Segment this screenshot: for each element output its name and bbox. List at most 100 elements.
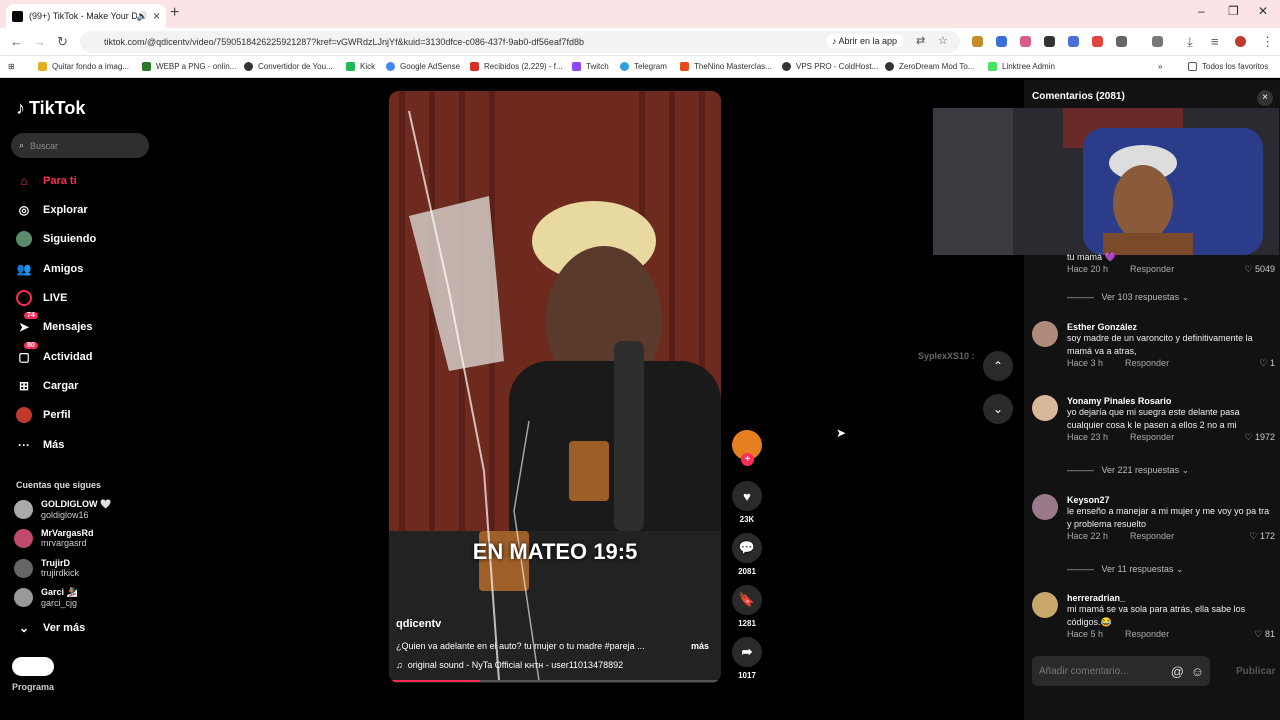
- close-comments-icon[interactable]: ×: [1257, 90, 1273, 106]
- reply-button[interactable]: Responder: [1130, 531, 1174, 541]
- sidebar-item-explorar[interactable]: ◎ Explorar: [16, 202, 88, 218]
- video-player[interactable]: EN MATEO 19:5 qdicentv ¿Quien va adelant…: [389, 91, 721, 683]
- comment-like[interactable]: ♡ 172: [1249, 531, 1275, 542]
- save-button[interactable]: 🔖 1281: [731, 585, 763, 628]
- extension-icon[interactable]: [1092, 36, 1103, 47]
- sidepanel-icon[interactable]: [1152, 36, 1163, 47]
- back-icon[interactable]: ←: [10, 34, 23, 49]
- followed-account[interactable]: MrVargasRd mrvargasrd: [14, 528, 94, 548]
- sidebar-item-live[interactable]: LIVE: [16, 290, 67, 306]
- comment-like[interactable]: ♡ 81: [1254, 629, 1275, 640]
- progress-track[interactable]: [392, 680, 718, 682]
- extension-icon[interactable]: [1044, 36, 1055, 47]
- sidebar-item-mensajes[interactable]: ➤ 74 Mensajes: [16, 312, 93, 335]
- open-in-app-button[interactable]: ♪ Abrir en la app: [826, 34, 904, 48]
- minimize-icon[interactable]: –: [1198, 4, 1205, 18]
- extensions-puzzle-icon[interactable]: [1116, 36, 1127, 47]
- sidebar-item-label: Perfil: [43, 409, 71, 421]
- bookmark-item[interactable]: Telegram: [620, 62, 667, 71]
- bookmark-item[interactable]: ZeroDream Mod To...: [885, 62, 974, 71]
- bookmark-item[interactable]: VPS PRO - ColdHost...: [782, 62, 878, 71]
- extension-icon[interactable]: [996, 36, 1007, 47]
- sidebar-item-mas[interactable]: ··· Más: [16, 437, 64, 453]
- extension-icon[interactable]: [1068, 36, 1079, 47]
- reply-button[interactable]: Responder: [1130, 264, 1174, 274]
- view-replies-button[interactable]: ——— Ver 11 respuestas ⌄: [1067, 564, 1183, 575]
- previous-video-button[interactable]: ⌃: [983, 351, 1013, 381]
- tiktok-favicon-icon: [12, 10, 23, 22]
- comment-like[interactable]: ♡ 5049: [1244, 264, 1275, 275]
- forward-icon[interactable]: →: [33, 34, 46, 49]
- follow-plus-icon[interactable]: +: [741, 453, 754, 466]
- profile-avatar-icon[interactable]: [1235, 36, 1246, 47]
- more-link[interactable]: más: [691, 641, 709, 651]
- reload-icon[interactable]: ↻: [57, 34, 68, 50]
- sidebar-item-perfil[interactable]: Perfil: [16, 407, 71, 423]
- avatar[interactable]: [1032, 395, 1058, 421]
- tiktok-logo[interactable]: ♪ TikTok: [16, 98, 85, 119]
- avatar[interactable]: [1032, 321, 1058, 347]
- bookmark-star-icon[interactable]: ☆: [938, 34, 948, 47]
- sidebar-item-siguiendo[interactable]: Siguiendo: [16, 231, 96, 247]
- next-video-button[interactable]: ⌄: [983, 394, 1013, 424]
- comment-like[interactable]: ♡ 1: [1259, 358, 1275, 369]
- browser-tab[interactable]: (99+) TikTok - Make Your Day 🔊 ×: [6, 4, 166, 28]
- avatar[interactable]: [1032, 592, 1058, 618]
- reply-button[interactable]: Responder: [1130, 432, 1174, 442]
- bookmark-item[interactable]: Convertidor de You...: [244, 62, 333, 71]
- author-avatar-button[interactable]: +: [731, 430, 763, 466]
- comment-button[interactable]: 💬 2081: [731, 533, 763, 576]
- comment-input[interactable]: Añadir comentario... @ ☺: [1032, 656, 1210, 686]
- extension-icon[interactable]: [972, 36, 983, 47]
- bookmarks-overflow-icon[interactable]: »: [1158, 62, 1162, 71]
- video-author[interactable]: qdicentv: [396, 618, 441, 630]
- media-icon[interactable]: ≡: [1211, 34, 1219, 49]
- speaker-icon[interactable]: 🔊: [137, 11, 148, 22]
- bookmark-item[interactable]: Google AdSense: [386, 62, 460, 71]
- share-button[interactable]: ➦ 1017: [731, 637, 763, 680]
- download-icon[interactable]: ⤓: [1187, 34, 1193, 50]
- sidebar-item-cargar[interactable]: ⊞ Cargar: [16, 378, 79, 394]
- program-toggle[interactable]: [12, 657, 54, 676]
- search-input[interactable]: ⌕ Buscar: [11, 133, 149, 158]
- bookmark-item[interactable]: Linktree Admin: [988, 62, 1055, 71]
- view-replies-button[interactable]: ——— Ver 221 respuestas ⌄: [1067, 465, 1189, 476]
- apps-grid-icon[interactable]: ⊞: [8, 62, 15, 71]
- new-tab-button[interactable]: +: [170, 4, 179, 22]
- sidebar-item-para-ti[interactable]: ⌂ Para ti: [16, 173, 76, 189]
- followed-account[interactable]: GOLDIGLOW 🤍 goldiglow16: [14, 499, 111, 520]
- mention-icon[interactable]: @: [1171, 664, 1184, 679]
- bookmark-item[interactable]: TheNino Masterclas...: [680, 62, 772, 71]
- publish-button[interactable]: Publicar: [1236, 666, 1275, 677]
- bookmark-item[interactable]: Twitch: [572, 62, 609, 71]
- like-button[interactable]: ♥ 23K: [731, 481, 763, 524]
- emoji-icon[interactable]: ☺: [1191, 664, 1204, 679]
- reply-button[interactable]: Responder: [1125, 629, 1169, 639]
- comment-user[interactable]: herreradrian_: [1067, 593, 1275, 603]
- avatar[interactable]: [1032, 494, 1058, 520]
- bookmark-item[interactable]: WEBP a PNG - onlin...: [142, 62, 236, 71]
- comment-user[interactable]: Yonamy Pinales Rosario: [1067, 396, 1275, 406]
- sidebar-item-actividad[interactable]: ▢ 80 Actividad: [16, 342, 93, 365]
- comment-user[interactable]: Esther González: [1067, 322, 1275, 332]
- close-tab-icon[interactable]: ×: [153, 9, 160, 23]
- view-replies-button[interactable]: ——— Ver 103 respuestas ⌄: [1067, 292, 1189, 303]
- bookmark-item[interactable]: Recibidos (2,229) - f...: [470, 62, 563, 71]
- reply-button[interactable]: Responder: [1125, 358, 1169, 368]
- translate-icon[interactable]: ⇄: [916, 34, 925, 47]
- menu-kebab-icon[interactable]: ⋮: [1261, 34, 1274, 50]
- video-sound[interactable]: ♫ original sound - NyTa Official ĸʜтн - u…: [396, 660, 623, 670]
- restore-icon[interactable]: ❐: [1228, 4, 1239, 18]
- progress-fill: [392, 680, 481, 682]
- all-favorites-folder[interactable]: Todos los favoritos: [1188, 62, 1268, 71]
- sidebar-item-amigos[interactable]: 👥 Amigos: [16, 261, 84, 277]
- extension-icon[interactable]: [1020, 36, 1031, 47]
- see-more-button[interactable]: ⌄ Ver más: [16, 620, 85, 636]
- bookmark-item[interactable]: Kick: [346, 62, 375, 71]
- comment-like[interactable]: ♡ 1972: [1244, 432, 1275, 443]
- followed-account[interactable]: TrujirD trujirdkick: [14, 558, 79, 578]
- close-window-icon[interactable]: ✕: [1258, 4, 1268, 18]
- comment-user[interactable]: Keyson27: [1067, 495, 1275, 505]
- bookmark-item[interactable]: Quitar fondo a imag...: [38, 62, 129, 71]
- followed-account[interactable]: Garci 🏂 garci_cjg: [14, 587, 78, 608]
